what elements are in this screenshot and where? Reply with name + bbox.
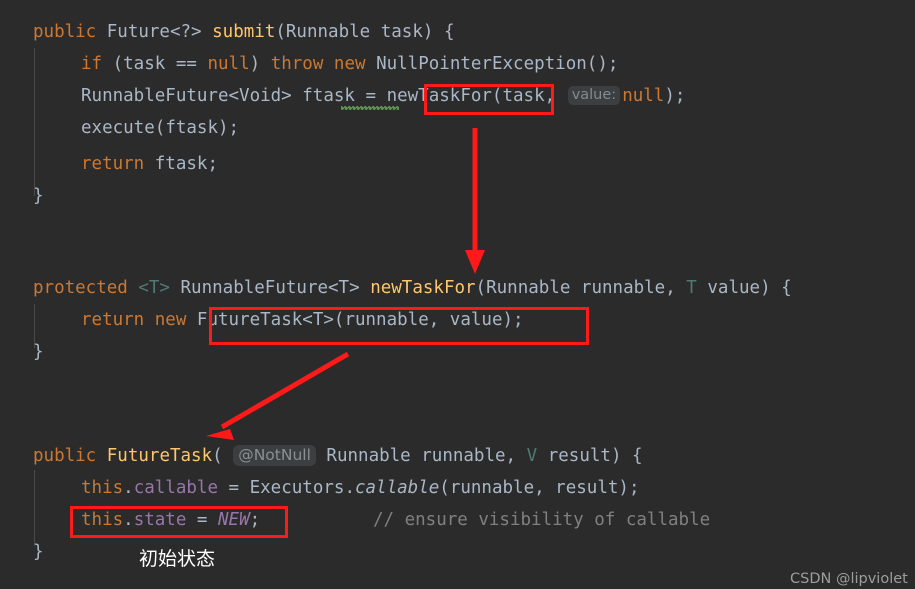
token-keyword-null: null: [197, 54, 250, 74]
code-line-submit-signature: public Future<?> submit(Runnable task) {: [33, 16, 454, 48]
token-line-tail: ) {: [760, 278, 792, 298]
token-line-tail: );: [502, 310, 523, 330]
token-param-name-result: result: [537, 446, 611, 466]
token-dot: .: [123, 510, 134, 530]
token-field-state: state: [134, 510, 187, 530]
token-line-tail: );: [218, 118, 239, 138]
token-space: [186, 310, 197, 330]
code-line-this-state-new: this.state = NEW;: [81, 504, 260, 536]
token-ctor-name-futuretask: FutureTask: [107, 446, 212, 466]
code-line-null-check: if (task == null) throw new NullPointerE…: [81, 48, 618, 80]
token-param-type-runnable: Runnable: [486, 278, 570, 298]
token-field-callable: callable: [134, 478, 218, 498]
token-keyword-new: new: [144, 310, 186, 330]
token-generic-param: <T>: [128, 278, 181, 298]
token-keyword-new: new: [323, 54, 365, 74]
token-static-field-new: NEW: [218, 510, 250, 530]
token-arg-task: task,: [502, 86, 565, 106]
token-return-type: Future<?>: [96, 22, 212, 42]
token-comment: // ensure visibility of callable: [373, 510, 710, 530]
token-line-tail: );: [664, 86, 685, 106]
token-paren: (: [212, 446, 233, 466]
token-paren: (: [275, 22, 286, 42]
token-operator-equals: ==: [176, 54, 197, 74]
token-close-brace: }: [33, 542, 44, 562]
token-paren: (: [476, 278, 487, 298]
watermark-csdn: CSDN @lipviolet: [790, 563, 908, 589]
warning-squiggle-ftask: [341, 106, 399, 110]
token-paren: (: [334, 310, 345, 330]
token-keyword-if: if: [81, 54, 102, 74]
token-close-brace: }: [33, 342, 44, 362]
token-keyword-this: this: [81, 478, 123, 498]
token-args: runnable, result: [450, 478, 619, 498]
token-param-name-task: task: [370, 22, 423, 42]
token-param-name-value: value: [697, 278, 760, 298]
token-param-name-runnable: runnable,: [411, 446, 527, 466]
token-assign: =: [186, 510, 218, 530]
token-param-type-runnable: Runnable: [286, 22, 370, 42]
token-type-runnablefuture-void: RunnableFuture<Void>: [81, 86, 292, 106]
token-param-type-v: V: [527, 446, 538, 466]
token-keyword-public: public: [33, 446, 96, 466]
code-line-close-brace-3: }: [33, 536, 44, 568]
token-assign: =: [365, 86, 386, 106]
token-var-ftask: ftask: [292, 86, 366, 106]
token-line-tail: ;: [207, 154, 218, 174]
token-keyword-throw: throw: [271, 54, 324, 74]
token-value-ftask: ftask: [144, 154, 207, 174]
token-line-tail: ) {: [611, 446, 643, 466]
token-param-type-runnable: Runnable: [316, 446, 411, 466]
token-space: [96, 446, 107, 466]
token-call-newtaskfor: newTaskFor: [387, 86, 492, 106]
token-paren: (: [155, 118, 166, 138]
token-space: [360, 278, 371, 298]
token-static-method-callable: callable: [355, 478, 439, 498]
code-editor-content: public Future<?> submit(Runnable task) {…: [0, 0, 915, 589]
note-initial-state: 初始状态: [139, 547, 215, 571]
token-param-type-t: T: [686, 278, 697, 298]
token-close-brace: }: [33, 186, 44, 206]
token-line-tail: ();: [587, 54, 619, 74]
token-ctor-futuretask: FutureTask<T>: [197, 310, 334, 330]
token-arg-ftask: ftask: [165, 118, 218, 138]
token-class-executors: Executors: [250, 478, 345, 498]
token-condition-close: ): [250, 54, 271, 74]
code-line-this-callable: this.callable = Executors.callable(runna…: [81, 472, 639, 504]
token-line-tail: ) {: [423, 22, 455, 42]
token-method-newtaskfor: newTaskFor: [370, 278, 475, 298]
token-line-tail: ;: [250, 510, 261, 530]
token-keyword-public: public: [33, 22, 96, 42]
token-dot: .: [123, 478, 134, 498]
token-param-name-runnable: runnable,: [570, 278, 686, 298]
code-line-close-brace-2: }: [33, 336, 44, 368]
code-screenshot: public Future<?> submit(Runnable task) {…: [0, 0, 915, 589]
token-keyword-null: null: [622, 86, 664, 106]
code-line-futuretask-constructor: public FutureTask( @NotNull Runnable run…: [33, 440, 643, 472]
token-paren: (: [492, 86, 503, 106]
code-line-execute-ftask: execute(ftask);: [81, 112, 239, 144]
token-method-submit: submit: [212, 22, 275, 42]
token-return-type-runnablefuture: RunnableFuture<T>: [181, 278, 360, 298]
token-paren: (: [439, 478, 450, 498]
token-assign: =: [218, 478, 250, 498]
code-line-close-brace-1: }: [33, 180, 44, 212]
token-keyword-this: this: [81, 510, 123, 530]
code-line-newtaskfor-signature: protected <T> RunnableFuture<T> newTaskF…: [33, 272, 792, 304]
token-line-tail: );: [618, 478, 639, 498]
token-type-nullpointerexception: NullPointerException: [366, 54, 587, 74]
token-keyword-return: return: [81, 154, 144, 174]
code-line-return-new-futuretask: return new FutureTask<T>(runnable, value…: [81, 304, 524, 336]
code-comment-ensure-visibility: // ensure visibility of callable: [373, 504, 710, 536]
inline-param-hint-value: value:: [568, 86, 621, 105]
token-dot: .: [344, 478, 355, 498]
inline-annotation-notnull: @NotNull: [233, 445, 316, 466]
token-call-execute: execute: [81, 118, 155, 138]
token-condition-open: (task: [102, 54, 176, 74]
token-keyword-protected: protected: [33, 278, 128, 298]
token-args: runnable, value: [344, 310, 502, 330]
code-line-return-ftask: return ftask;: [81, 148, 218, 180]
token-keyword-return: return: [81, 310, 144, 330]
